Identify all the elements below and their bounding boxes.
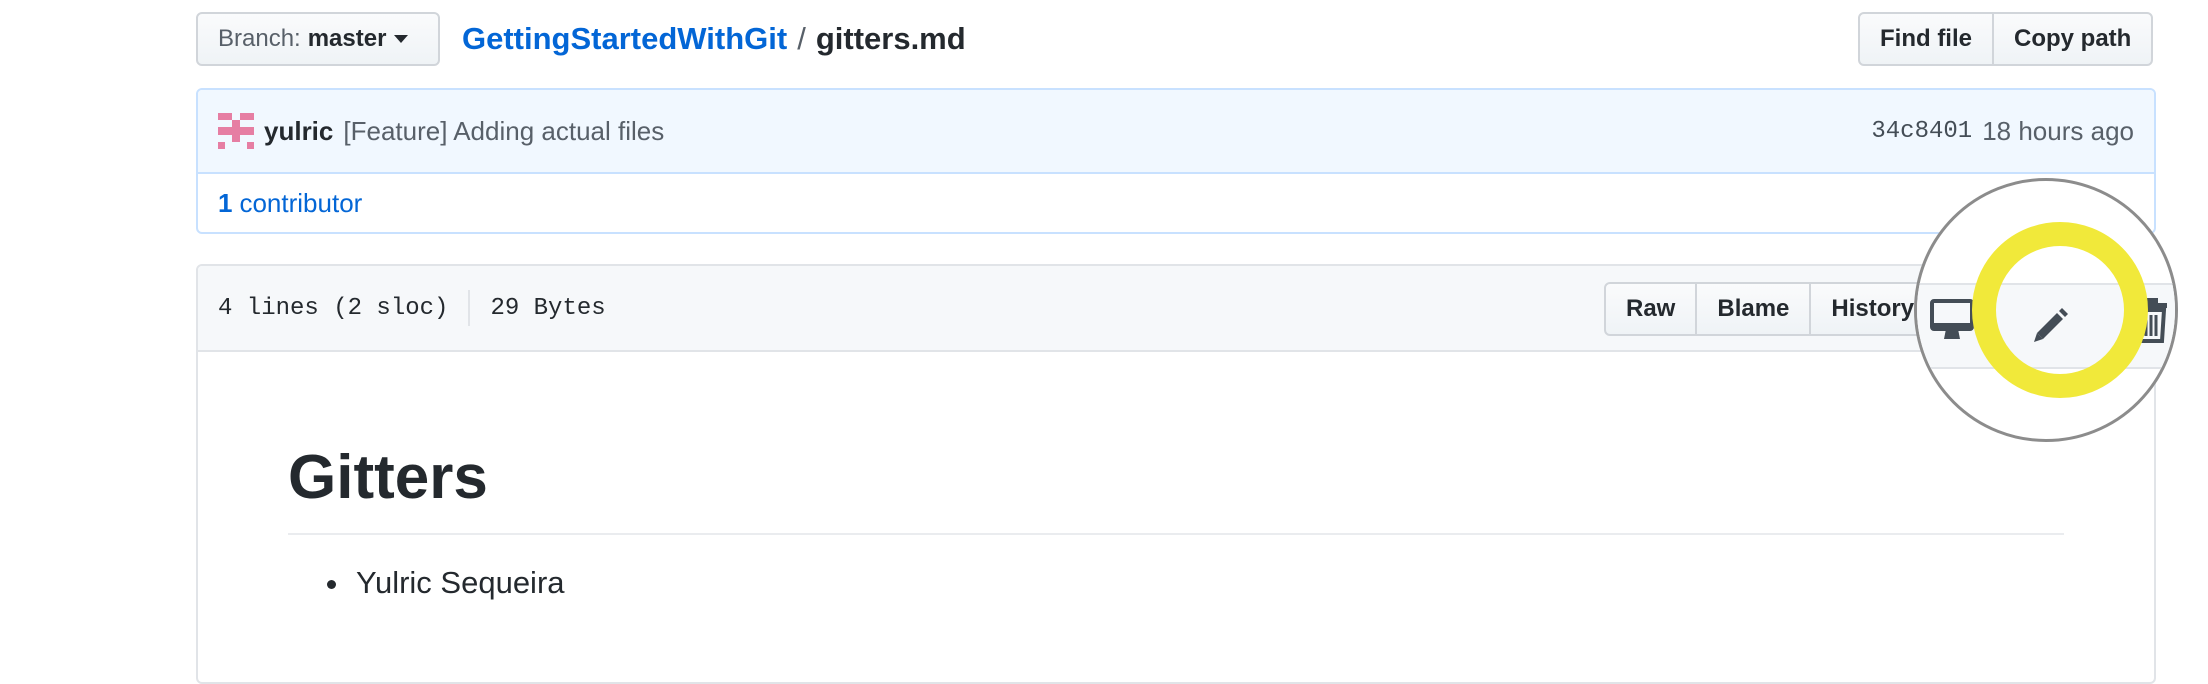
breadcrumb-separator: /	[797, 21, 806, 56]
file-size: 29 Bytes	[490, 294, 606, 322]
pencil-icon[interactable]	[2029, 303, 2073, 347]
commit-time: 18 hours ago	[1982, 115, 2134, 146]
avatar[interactable]	[218, 113, 254, 149]
magnifier-overlay	[1914, 178, 2178, 442]
commit-message-link[interactable]: [Feature] Adding actual files	[343, 116, 664, 147]
commit-tease: yulric [Feature] Adding actual files 34c…	[196, 88, 2156, 234]
commit-sha-link[interactable]: 34c8401	[1871, 118, 1972, 145]
list-item: Yulric Sequeira	[352, 565, 2064, 601]
contributors-link[interactable]: 1 contributor	[198, 174, 2154, 232]
markdown-list: Yulric Sequeira	[288, 565, 2064, 601]
blame-button[interactable]: Blame	[1695, 282, 1812, 336]
breadcrumb: GettingStartedWithGit / gitters.md	[462, 14, 966, 64]
file-info-divider	[468, 290, 471, 326]
file-lines-info: 4 lines (2 sloc)	[218, 294, 449, 322]
breadcrumb-repo-link[interactable]: GettingStartedWithGit	[462, 21, 787, 57]
latest-commit: yulric [Feature] Adding actual files 34c…	[198, 90, 2154, 174]
copy-path-button[interactable]: Copy path	[1992, 12, 2154, 66]
file-box: 4 lines (2 sloc) 29 Bytes Raw Blame Hist…	[196, 264, 2156, 684]
contributors-count: 1	[218, 187, 233, 218]
contributors-label: contributor	[239, 187, 363, 218]
file-actions: Raw Blame History	[1604, 282, 1937, 336]
markdown-body: Gitters Yulric Sequeira	[198, 352, 2154, 601]
caret-down-icon	[394, 35, 409, 43]
file-navigation-actions: Find file Copy path	[1858, 12, 2154, 66]
raw-button[interactable]: Raw	[1604, 282, 1698, 336]
desktop-icon[interactable]	[1929, 297, 1975, 345]
breadcrumb-file-name: gitters.md	[815, 21, 966, 56]
find-file-button[interactable]: Find file	[1858, 12, 1994, 66]
commit-meta: 34c8401 18 hours ago	[1871, 116, 2134, 147]
file-header: 4 lines (2 sloc) 29 Bytes Raw Blame Hist…	[198, 266, 2154, 352]
branch-name: master	[307, 25, 387, 52]
commit-author-link[interactable]: yulric	[264, 116, 333, 147]
branch-prefix: Branch:	[218, 25, 301, 52]
branch-select-button[interactable]: Branch: master	[196, 12, 440, 66]
markdown-heading: Gitters	[288, 442, 2064, 535]
trash-icon[interactable]	[2131, 295, 2171, 345]
